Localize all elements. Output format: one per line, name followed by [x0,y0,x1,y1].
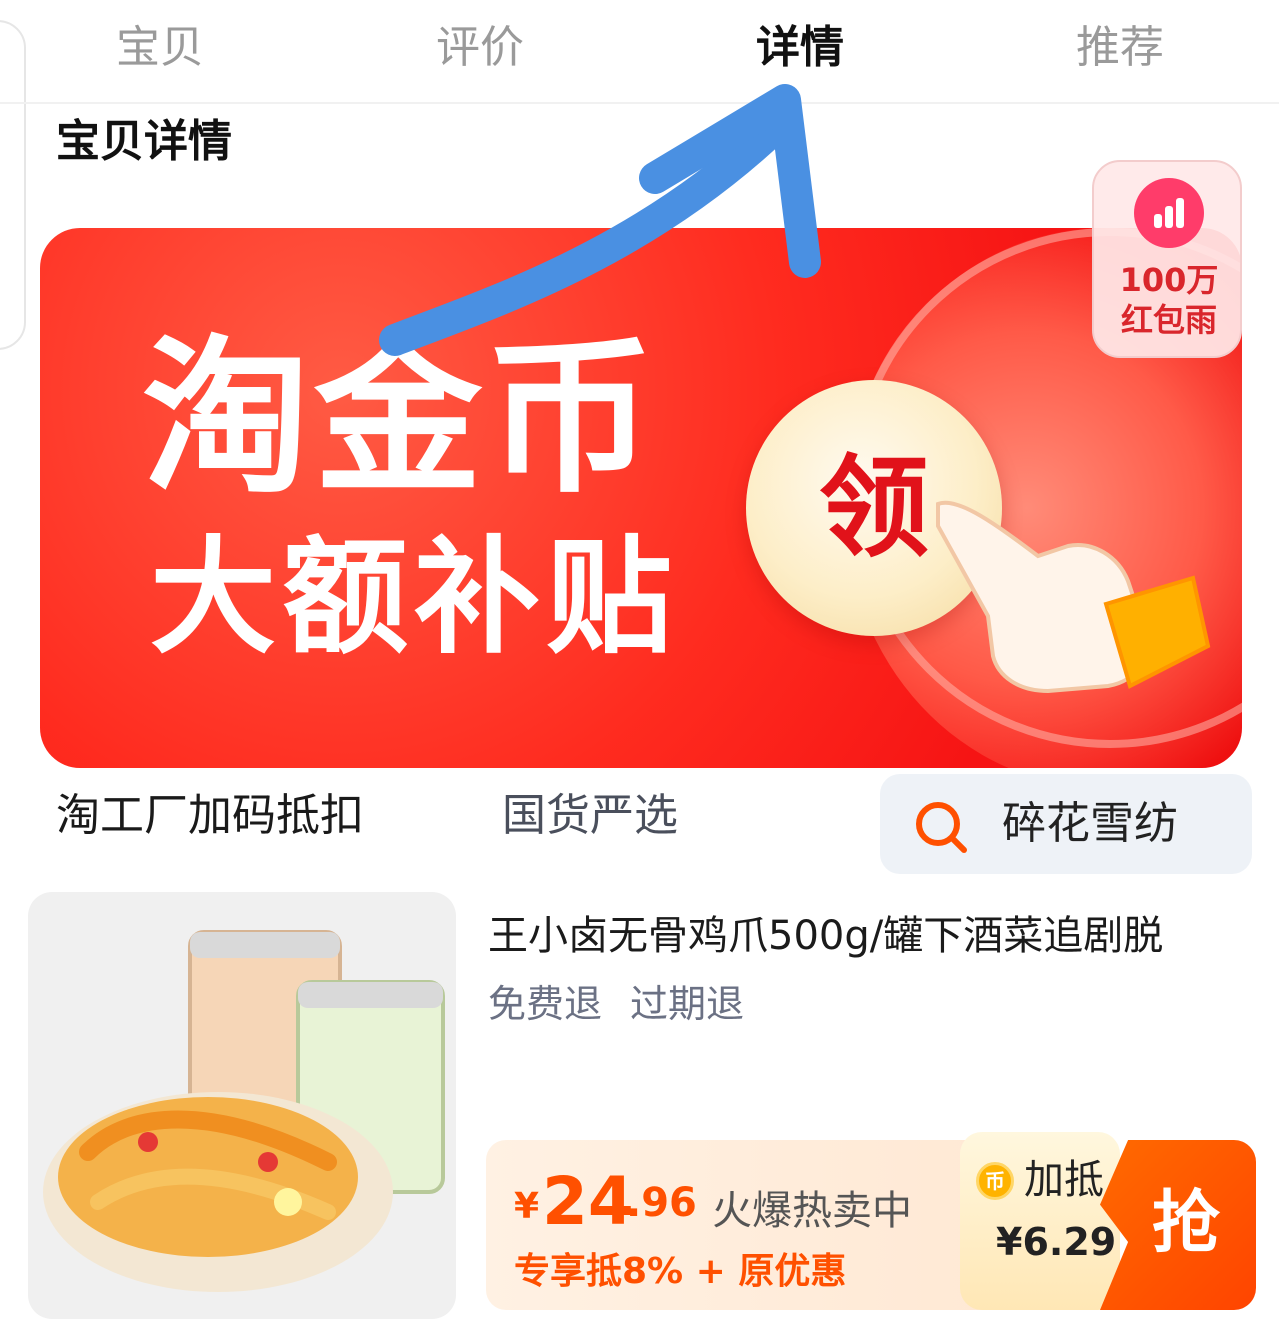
banner-headline: 淘金币 [142,320,658,516]
discount-label: 专享抵8% + 原优惠 [514,1251,847,1292]
factory-discount-link[interactable]: 淘工厂加码抵扣 [56,786,364,846]
product-title[interactable]: 王小卤无骨鸡爪500g/罐下酒菜追剧脱 [488,908,1163,964]
red-packet-rain-badge[interactable]: 100万 红包雨 [1092,160,1242,358]
coin-subsidy-banner[interactable]: 淘金币 大额补贴 领 [40,228,1242,768]
price-currency: ¥ [514,1186,540,1227]
search-icon [916,802,967,853]
search-bar[interactable]: 碎花雪纺 [880,774,1252,874]
tab-bar: 宝贝 评价 详情 推荐 [0,0,1279,104]
chart-icon [1134,178,1204,248]
expired-return-tag: 过期退 [630,982,745,1026]
rain-label: 红包雨 [1120,301,1217,339]
page-title: 宝贝详情 [56,116,232,167]
subsidy-label: 加抵 [1024,1157,1104,1203]
rain-amount: 100万 [1119,261,1219,299]
pointing-hand-icon [936,500,1211,694]
coin-icon: 币 [976,1162,1014,1200]
tab-details[interactable]: 详情 [740,18,860,78]
hot-selling-label: 火爆热卖中 [712,1188,912,1234]
search-query: 碎花雪纺 [1002,798,1178,849]
grab-button[interactable]: 抢 [1100,1140,1256,1310]
domestic-selection-link[interactable]: 国货严选 [502,786,678,846]
grab-label: 抢 [1152,1184,1221,1263]
tab-reviews[interactable]: 评价 [420,18,540,78]
banner-subheadline: 大额补贴 [150,524,678,671]
subsidy-value: ¥6.29 [996,1220,1117,1264]
product-image[interactable] [28,892,456,1319]
coin-subsidy-tag[interactable]: 币 加抵 ¥6.29 [960,1132,1120,1310]
product-photo-icon [43,930,445,1292]
tab-recommend[interactable]: 推荐 [1060,18,1180,78]
price-integer: 24 [542,1163,634,1240]
free-return-tag: 免费退 [488,982,603,1026]
price-decimal: .96 [626,1180,697,1226]
tab-item[interactable]: 宝贝 [100,18,220,78]
